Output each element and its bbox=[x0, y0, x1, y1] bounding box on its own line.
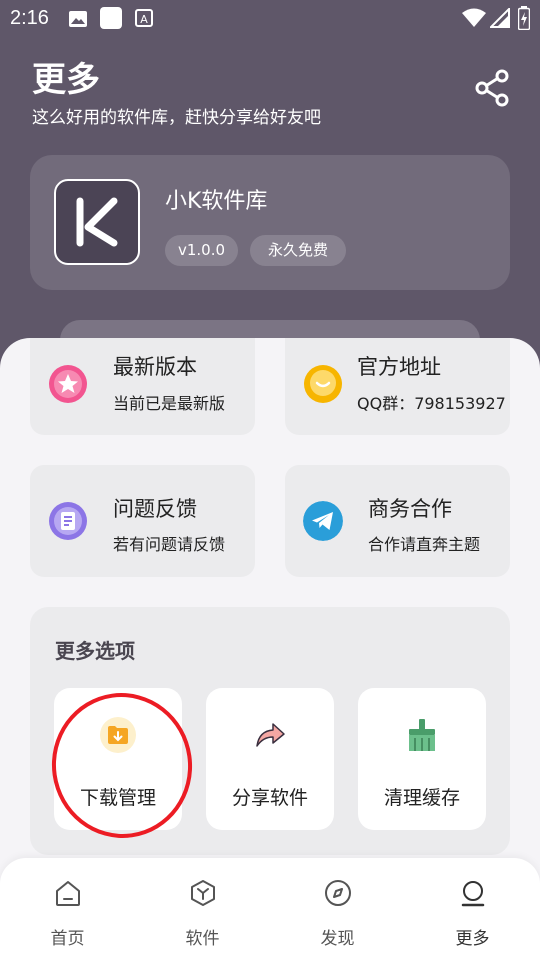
feedback-icon bbox=[49, 502, 87, 540]
nav-home[interactable]: 首页 bbox=[0, 858, 135, 960]
official-address-card[interactable]: 官方地址 QQ群：798153927 bbox=[285, 338, 510, 435]
bottom-nav: 首页 软件 发现 更多 bbox=[0, 858, 540, 960]
app-info-card: 小K软件库 v1.0.0 永久免费 bbox=[30, 155, 510, 290]
info-card-subtitle: QQ群：798153927 bbox=[357, 394, 506, 413]
info-card-subtitle: 当前已是最新版 bbox=[113, 394, 226, 413]
nav-more[interactable]: 更多 bbox=[405, 858, 540, 960]
svg-text:A: A bbox=[140, 13, 148, 26]
business-card[interactable]: 商务合作 合作请直奔主题 bbox=[285, 465, 510, 577]
home-icon bbox=[56, 881, 80, 906]
broom-icon bbox=[409, 719, 435, 751]
status-time: 2:16 bbox=[10, 7, 49, 29]
page-subtitle: 这么好用的软件库，赶快分享给好友吧 bbox=[32, 108, 321, 128]
info-card-title: 问题反馈 bbox=[113, 497, 197, 521]
info-card-title: 官方地址 bbox=[357, 355, 441, 379]
a-icon: A bbox=[135, 9, 153, 27]
image-icon bbox=[69, 11, 87, 27]
star-icon bbox=[49, 365, 87, 403]
compass-icon bbox=[325, 880, 351, 906]
clear-cache-button[interactable]: 清理缓存 bbox=[358, 688, 486, 830]
chat-bubble-icon bbox=[304, 365, 342, 403]
info-card-subtitle: 若有问题请反馈 bbox=[113, 535, 226, 554]
free-badge: 永久免费 bbox=[250, 235, 346, 266]
nav-software[interactable]: 软件 bbox=[135, 858, 270, 960]
section-title: 更多选项 bbox=[55, 639, 135, 663]
status-bar: 2:16 A bbox=[0, 0, 540, 36]
app-icon bbox=[100, 7, 122, 29]
nav-label: 首页 bbox=[50, 929, 85, 949]
nav-label: 更多 bbox=[455, 929, 490, 949]
nav-label: 软件 bbox=[185, 929, 220, 949]
page-title: 更多 bbox=[32, 60, 100, 100]
info-card-title: 最新版本 bbox=[113, 355, 197, 379]
share-software-button[interactable]: 分享软件 bbox=[206, 688, 334, 830]
feedback-card[interactable]: 问题反馈 若有问题请反馈 bbox=[30, 465, 255, 577]
telegram-icon bbox=[303, 501, 343, 541]
signal-icon bbox=[490, 8, 510, 28]
app-name: 小K软件库 bbox=[165, 189, 268, 214]
nav-discover[interactable]: 发现 bbox=[270, 858, 405, 960]
share-arrow-icon bbox=[256, 723, 285, 747]
nav-label: 发现 bbox=[320, 929, 355, 949]
option-label: 分享软件 bbox=[231, 787, 308, 809]
wifi-icon bbox=[462, 8, 486, 27]
k-logo-icon bbox=[76, 197, 118, 247]
option-label: 清理缓存 bbox=[383, 787, 460, 809]
info-card-title: 商务合作 bbox=[368, 497, 452, 521]
app-logo bbox=[54, 179, 140, 265]
cube-icon bbox=[191, 880, 215, 906]
user-icon bbox=[461, 881, 485, 907]
share-icon[interactable] bbox=[472, 68, 512, 108]
battery-icon bbox=[518, 6, 530, 30]
version-badge: v1.0.0 bbox=[165, 235, 238, 266]
latest-version-card[interactable]: 最新版本 当前已是最新版 bbox=[30, 338, 255, 435]
info-card-subtitle: 合作请直奔主题 bbox=[368, 535, 481, 554]
